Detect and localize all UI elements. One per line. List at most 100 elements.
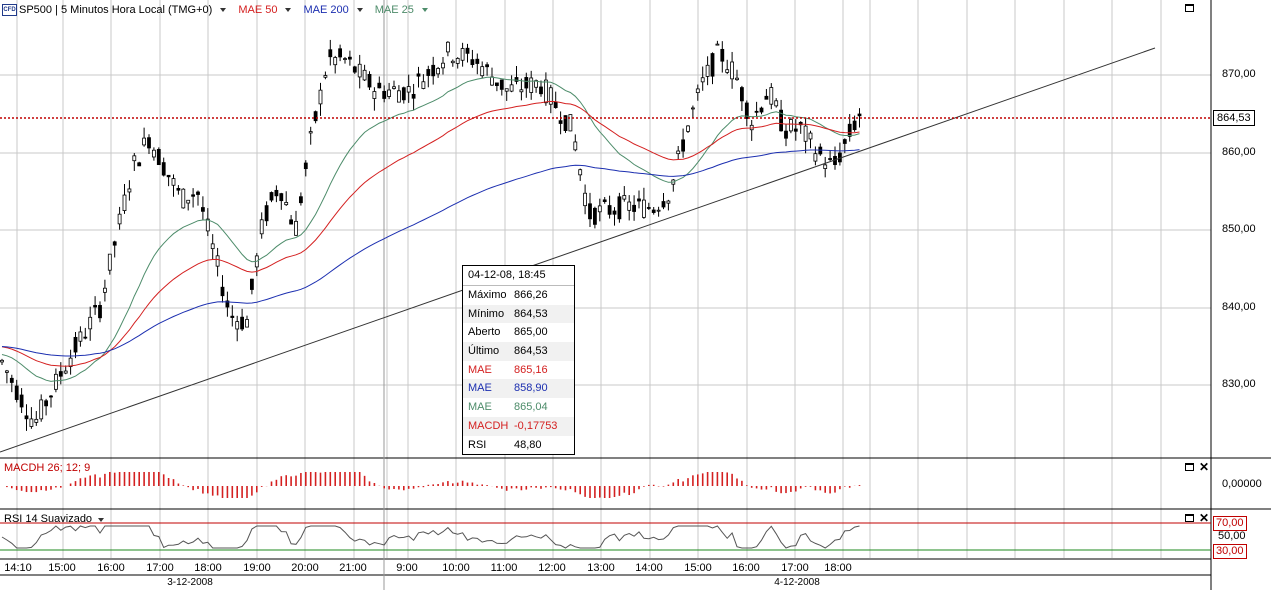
candle <box>63 370 68 374</box>
candle <box>14 385 19 400</box>
candle <box>445 41 450 53</box>
candle <box>793 128 798 132</box>
instrument-label[interactable]: SP500 | 5 Minutos Hora Local (TMG+0) <box>19 4 212 16</box>
date-label: 4-12-2008 <box>774 577 820 588</box>
candle <box>186 199 191 204</box>
rsi-level-high: 70,00 <box>1213 516 1247 531</box>
current-price-label: 864,53 <box>1213 110 1255 126</box>
candle <box>642 199 646 218</box>
chart-canvas[interactable] <box>0 0 1271 590</box>
candle <box>323 75 328 78</box>
time-tick-label: 14:00 <box>635 562 663 574</box>
candle <box>646 207 651 209</box>
candle <box>627 201 632 211</box>
candle <box>387 89 392 97</box>
candle <box>720 48 725 62</box>
candle <box>593 207 597 225</box>
candle <box>431 64 436 77</box>
macd-panel-label[interactable]: MACDH 26; 12; 9 <box>4 462 90 474</box>
candle <box>205 218 210 232</box>
candle <box>298 196 303 204</box>
macd-panel-maximize-button[interactable] <box>1185 463 1194 471</box>
indicator-mae200[interactable]: MAE 200 <box>303 4 348 16</box>
candle <box>480 66 485 77</box>
tooltip-row: MAE 865,04 <box>468 401 548 414</box>
candle <box>686 125 690 132</box>
candle <box>602 199 607 202</box>
chevron-down-icon[interactable] <box>356 8 363 12</box>
chevron-down-icon[interactable] <box>220 8 227 12</box>
candle <box>676 150 681 155</box>
candle <box>372 91 377 99</box>
candle <box>715 43 720 46</box>
candle <box>597 205 602 213</box>
candle <box>588 203 592 220</box>
time-tick-label: 18:00 <box>194 562 222 574</box>
time-tick-label: 17:00 <box>146 562 174 574</box>
candle <box>789 119 793 132</box>
candle <box>83 336 88 339</box>
data-tooltip: 04-12-08, 18:45 Máximo 866,26 Mínimo 864,5… <box>462 265 575 456</box>
time-tick-label: 13:00 <box>587 562 615 574</box>
indicator-mae50[interactable]: MAE 50 <box>238 4 277 16</box>
candle <box>700 77 705 83</box>
candle <box>367 73 372 88</box>
candle <box>774 100 779 107</box>
candle <box>475 58 480 64</box>
time-tick-label: 12:00 <box>538 562 566 574</box>
candle <box>117 213 122 225</box>
candle <box>279 193 284 202</box>
candle <box>519 89 524 93</box>
chevron-down-icon[interactable] <box>421 8 428 12</box>
candle <box>450 60 455 64</box>
candle <box>328 49 333 58</box>
rsi-panel-maximize-button[interactable] <box>1185 514 1194 522</box>
candle <box>112 241 117 246</box>
candle <box>44 400 48 407</box>
candle <box>578 169 583 176</box>
candle <box>411 93 416 99</box>
candle <box>573 141 578 151</box>
candle <box>485 64 490 68</box>
candle <box>421 81 426 89</box>
candle <box>215 255 220 267</box>
candle <box>514 77 519 82</box>
price-panel-maximize-button[interactable] <box>1185 4 1194 12</box>
candle <box>29 418 34 427</box>
macd-panel-close-button[interactable]: ✕ <box>1199 461 1209 473</box>
price-tick-label: 850,00 <box>1222 223 1256 235</box>
tooltip-title: 04-12-08, 18:45 <box>463 266 574 286</box>
candle <box>847 123 852 137</box>
tooltip-row: Máximo 866,26 <box>468 289 548 301</box>
candle <box>103 287 107 293</box>
chevron-down-icon[interactable] <box>98 518 105 522</box>
candle <box>857 113 862 117</box>
tooltip-row: Último 864,53 <box>463 342 574 361</box>
candle <box>191 194 196 197</box>
indicator-mae25[interactable]: MAE 25 <box>375 4 414 16</box>
candle <box>24 415 29 420</box>
candle <box>651 209 656 213</box>
candle <box>823 164 828 169</box>
tooltip-row: Aberto 865,00 <box>468 326 548 339</box>
price-tick-label: 830,00 <box>1222 378 1256 390</box>
candle <box>352 66 357 73</box>
candle <box>441 62 445 69</box>
rsi-panel-close-button[interactable]: ✕ <box>1199 512 1209 524</box>
candle <box>504 88 509 92</box>
candle <box>377 82 382 89</box>
candle <box>357 63 362 78</box>
time-tick-label: 19:00 <box>243 562 271 574</box>
candle <box>245 319 249 328</box>
candle <box>19 394 24 408</box>
candle <box>333 57 338 66</box>
rsi-panel-label[interactable]: RSI 14 Suavizado <box>4 513 116 525</box>
macd-zero-label: 0,00000 <box>1222 478 1262 490</box>
candle <box>347 56 352 60</box>
candle <box>249 278 254 290</box>
rsi-level-mid: 50,00 <box>1218 530 1246 542</box>
chevron-down-icon[interactable] <box>285 8 292 12</box>
candle <box>171 178 176 186</box>
tooltip-row: Mínimo 864,53 <box>463 304 574 324</box>
candle <box>200 207 205 212</box>
